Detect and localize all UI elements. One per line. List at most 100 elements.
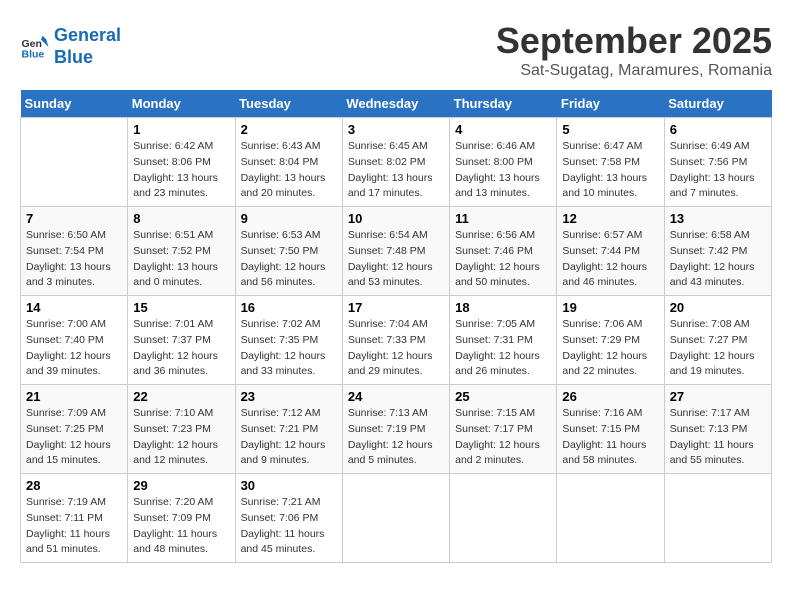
calendar-cell: 23Sunrise: 7:12 AM Sunset: 7:21 PM Dayli… [235, 385, 342, 474]
calendar-cell: 22 Sunrise: 7:10 AM Sunset: 7:23 PM Dayli… [128, 385, 235, 474]
location-title: Sat-Sugatag, Maramures, Romania [496, 62, 772, 80]
header-tuesday: Tuesday [235, 90, 342, 118]
day-number: 29 [133, 478, 229, 493]
week-row-4: 28 Sunrise: 7:19 AM Sunset: 7:11 PM Dayli… [21, 474, 772, 563]
day-number: 9 [241, 211, 337, 226]
calendar-cell: 13Sunrise: 6:58 AM Sunset: 7:42 PM Dayli… [664, 207, 771, 296]
day-number: 7 [26, 211, 122, 226]
day-info: Sunrise: 6:42 AM Sunset: 8:06 PM Dayligh… [133, 139, 229, 202]
day-number: 11 [455, 211, 551, 226]
day-info: Sunrise: 6:54 AM Sunset: 7:48 PM Dayligh… [348, 228, 444, 291]
calendar-cell [21, 118, 128, 207]
header-friday: Friday [557, 90, 664, 118]
day-info: Sunrise: 7:09 AM Sunset: 7:25 PM Dayligh… [26, 406, 122, 469]
calendar-cell: 30Sunrise: 7:21 AM Sunset: 7:06 PM Dayli… [235, 474, 342, 563]
calendar-cell: 11 Sunrise: 6:56 AM Sunset: 7:46 PM Dayli… [450, 207, 557, 296]
day-info: Sunrise: 6:49 AM Sunset: 7:56 PM Dayligh… [670, 139, 766, 202]
day-info: Sunrise: 6:43 AM Sunset: 8:04 PM Dayligh… [241, 139, 337, 202]
calendar-cell [557, 474, 664, 563]
day-info: Sunrise: 6:51 AM Sunset: 7:52 PM Dayligh… [133, 228, 229, 291]
page-header: Gen Blue General Blue September 2025 Sat… [20, 20, 772, 80]
week-row-3: 21 Sunrise: 7:09 AM Sunset: 7:25 PM Dayli… [21, 385, 772, 474]
day-info: Sunrise: 6:45 AM Sunset: 8:02 PM Dayligh… [348, 139, 444, 202]
logo: Gen Blue General Blue [20, 25, 121, 68]
calendar-cell: 9 Sunrise: 6:53 AM Sunset: 7:50 PM Daylig… [235, 207, 342, 296]
day-info: Sunrise: 7:15 AM Sunset: 7:17 PM Dayligh… [455, 406, 551, 469]
day-info: Sunrise: 7:00 AM Sunset: 7:40 PM Dayligh… [26, 317, 122, 380]
calendar-cell: 16Sunrise: 7:02 AM Sunset: 7:35 PM Dayli… [235, 296, 342, 385]
header-thursday: Thursday [450, 90, 557, 118]
day-number: 18 [455, 300, 551, 315]
calendar-cell: 17Sunrise: 7:04 AM Sunset: 7:33 PM Dayli… [342, 296, 449, 385]
calendar-cell: 4 Sunrise: 6:46 AM Sunset: 8:00 PM Daylig… [450, 118, 557, 207]
day-number: 22 [133, 389, 229, 404]
calendar-cell: 3 Sunrise: 6:45 AM Sunset: 8:02 PM Daylig… [342, 118, 449, 207]
calendar-cell [450, 474, 557, 563]
day-number: 5 [562, 122, 658, 137]
day-info: Sunrise: 7:06 AM Sunset: 7:29 PM Dayligh… [562, 317, 658, 380]
day-info: Sunrise: 6:46 AM Sunset: 8:00 PM Dayligh… [455, 139, 551, 202]
calendar-cell: 14Sunrise: 7:00 AM Sunset: 7:40 PM Dayli… [21, 296, 128, 385]
calendar-cell: 15 Sunrise: 7:01 AM Sunset: 7:37 PM Dayli… [128, 296, 235, 385]
day-info: Sunrise: 7:13 AM Sunset: 7:19 PM Dayligh… [348, 406, 444, 469]
calendar-cell: 21 Sunrise: 7:09 AM Sunset: 7:25 PM Dayli… [21, 385, 128, 474]
day-number: 4 [455, 122, 551, 137]
calendar-cell: 20 Sunrise: 7:08 AM Sunset: 7:27 PM Dayli… [664, 296, 771, 385]
day-info: Sunrise: 7:01 AM Sunset: 7:37 PM Dayligh… [133, 317, 229, 380]
day-number: 2 [241, 122, 337, 137]
day-info: Sunrise: 7:12 AM Sunset: 7:21 PM Dayligh… [241, 406, 337, 469]
calendar-cell: 25Sunrise: 7:15 AM Sunset: 7:17 PM Dayli… [450, 385, 557, 474]
calendar-cell: 8 Sunrise: 6:51 AM Sunset: 7:52 PM Daylig… [128, 207, 235, 296]
calendar-cell [342, 474, 449, 563]
week-row-2: 14Sunrise: 7:00 AM Sunset: 7:40 PM Dayli… [21, 296, 772, 385]
calendar-cell: 18 Sunrise: 7:05 AM Sunset: 7:31 PM Dayli… [450, 296, 557, 385]
day-info: Sunrise: 7:20 AM Sunset: 7:09 PM Dayligh… [133, 495, 229, 558]
logo-text-line2: Blue [54, 47, 121, 69]
day-info: Sunrise: 6:53 AM Sunset: 7:50 PM Dayligh… [241, 228, 337, 291]
day-info: Sunrise: 6:50 AM Sunset: 7:54 PM Dayligh… [26, 228, 122, 291]
calendar-cell: 24Sunrise: 7:13 AM Sunset: 7:19 PM Dayli… [342, 385, 449, 474]
calendar-cell: 10 Sunrise: 6:54 AM Sunset: 7:48 PM Dayli… [342, 207, 449, 296]
calendar-cell: 7 Sunrise: 6:50 AM Sunset: 7:54 PM Daylig… [21, 207, 128, 296]
header-wednesday: Wednesday [342, 90, 449, 118]
calendar-cell: 2 Sunrise: 6:43 AM Sunset: 8:04 PM Daylig… [235, 118, 342, 207]
calendar-cell: 19 Sunrise: 7:06 AM Sunset: 7:29 PM Dayli… [557, 296, 664, 385]
day-number: 16 [241, 300, 337, 315]
day-info: Sunrise: 7:04 AM Sunset: 7:33 PM Dayligh… [348, 317, 444, 380]
day-number: 28 [26, 478, 122, 493]
header-sunday: Sunday [21, 90, 128, 118]
calendar-cell: 29 Sunrise: 7:20 AM Sunset: 7:09 PM Dayli… [128, 474, 235, 563]
day-info: Sunrise: 6:56 AM Sunset: 7:46 PM Dayligh… [455, 228, 551, 291]
day-number: 19 [562, 300, 658, 315]
day-number: 13 [670, 211, 766, 226]
calendar-cell: 6 Sunrise: 6:49 AM Sunset: 7:56 PM Daylig… [664, 118, 771, 207]
day-info: Sunrise: 6:57 AM Sunset: 7:44 PM Dayligh… [562, 228, 658, 291]
day-number: 8 [133, 211, 229, 226]
day-number: 12 [562, 211, 658, 226]
logo-icon: Gen Blue [20, 32, 50, 62]
calendar-cell: 28 Sunrise: 7:19 AM Sunset: 7:11 PM Dayli… [21, 474, 128, 563]
day-info: Sunrise: 7:05 AM Sunset: 7:31 PM Dayligh… [455, 317, 551, 380]
header-monday: Monday [128, 90, 235, 118]
calendar-cell [664, 474, 771, 563]
day-number: 20 [670, 300, 766, 315]
header-saturday: Saturday [664, 90, 771, 118]
day-number: 10 [348, 211, 444, 226]
day-number: 6 [670, 122, 766, 137]
day-info: Sunrise: 7:21 AM Sunset: 7:06 PM Dayligh… [241, 495, 337, 558]
svg-text:Blue: Blue [22, 48, 45, 60]
day-info: Sunrise: 7:08 AM Sunset: 7:27 PM Dayligh… [670, 317, 766, 380]
calendar-cell: 12 Sunrise: 6:57 AM Sunset: 7:44 PM Dayli… [557, 207, 664, 296]
day-number: 1 [133, 122, 229, 137]
day-number: 3 [348, 122, 444, 137]
calendar-header-row: SundayMondayTuesdayWednesdayThursdayFrid… [21, 90, 772, 118]
calendar-table: SundayMondayTuesdayWednesdayThursdayFrid… [20, 90, 772, 563]
day-number: 21 [26, 389, 122, 404]
day-info: Sunrise: 7:10 AM Sunset: 7:23 PM Dayligh… [133, 406, 229, 469]
week-row-0: 1 Sunrise: 6:42 AM Sunset: 8:06 PM Daylig… [21, 118, 772, 207]
day-info: Sunrise: 7:19 AM Sunset: 7:11 PM Dayligh… [26, 495, 122, 558]
calendar-cell: 26Sunrise: 7:16 AM Sunset: 7:15 PM Dayli… [557, 385, 664, 474]
day-number: 15 [133, 300, 229, 315]
title-section: September 2025 Sat-Sugatag, Maramures, R… [496, 20, 772, 80]
day-info: Sunrise: 6:47 AM Sunset: 7:58 PM Dayligh… [562, 139, 658, 202]
